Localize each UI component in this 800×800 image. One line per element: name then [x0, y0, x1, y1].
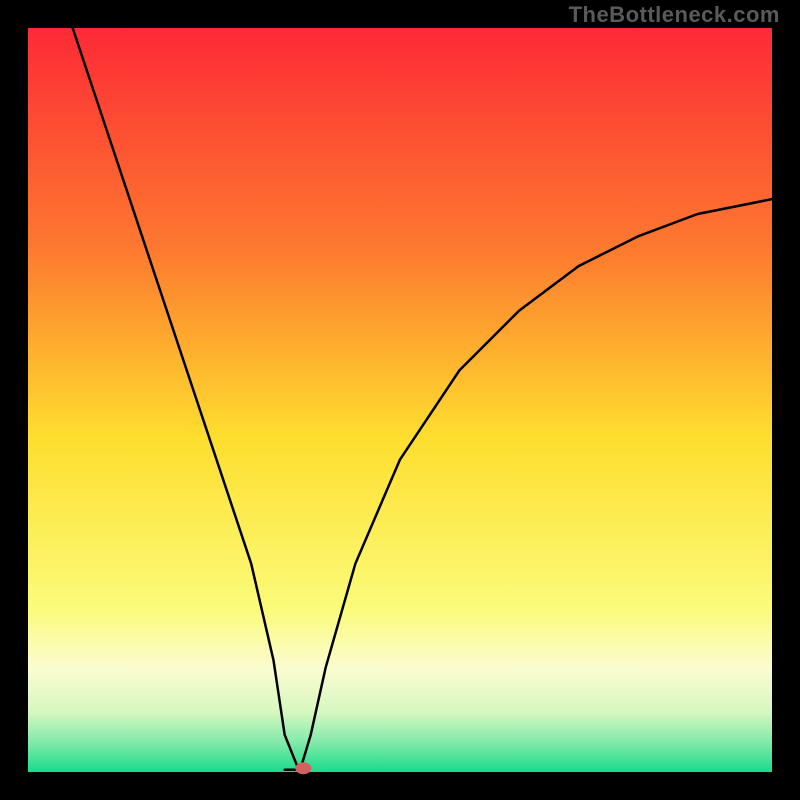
bottleneck-chart	[0, 0, 800, 800]
chart-frame: TheBottleneck.com	[0, 0, 800, 800]
plot-background	[28, 28, 772, 772]
watermark-text: TheBottleneck.com	[569, 2, 780, 28]
minimum-marker	[295, 762, 311, 774]
